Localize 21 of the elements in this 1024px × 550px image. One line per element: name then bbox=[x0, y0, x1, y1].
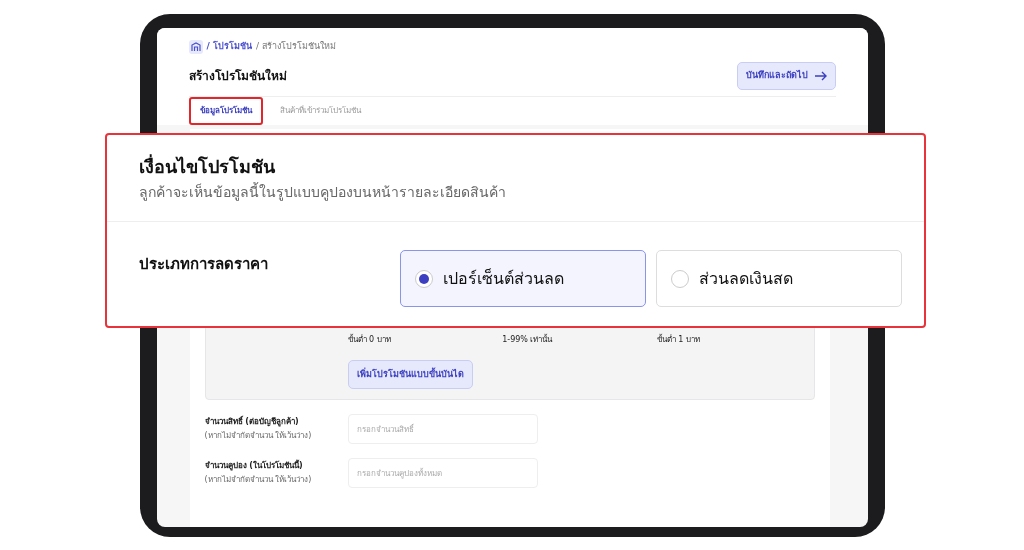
add-tier-button[interactable]: เพิ่มโปรโมชันแบบขั้นบันได bbox=[347, 359, 473, 389]
section-subtitle: ลูกค้าจะเห็นข้อมูลนี้ในรูปแบบคูปองบนหน้ารายละเอียดสินค้า bbox=[139, 182, 507, 203]
radio-option[interactable]: ส่วนลดเงินสด bbox=[656, 250, 902, 307]
field-hint: 1-99% เท่านั้น bbox=[502, 333, 554, 346]
radio-option[interactable]: เปอร์เซ็นต์ส่วนลด bbox=[400, 250, 646, 307]
field-note: (หากไม่จำกัดจำนวน ให้เว้นว่าง) bbox=[204, 430, 313, 442]
breadcrumb-link[interactable]: / โปรโมชัน bbox=[206, 40, 252, 54]
field-label: จำนวนสิทธิ์ (ต่อบัญชีลูกค้า) bbox=[204, 416, 300, 428]
page-title: สร้างโปรโมชันใหม่ bbox=[188, 67, 287, 85]
field-hint: ขั้นต่ำ 1 บาท bbox=[656, 333, 701, 346]
field-note: (หากไม่จำกัดจำนวน ให้เว้นว่าง) bbox=[204, 474, 313, 486]
field-label: จำนวนคูปอง (ในโปรโมชันนี้) bbox=[204, 460, 304, 472]
field-label: ประเภทการลดราคา bbox=[139, 254, 269, 275]
save-and-next-button[interactable]: บันทึกและถัดไป bbox=[736, 62, 836, 90]
section-title: เงื่อนไขโปรโมชัน bbox=[139, 153, 276, 179]
input-field[interactable]: กรอกจำนวนคูปองทั้งหมด bbox=[347, 458, 538, 488]
breadcrumb-current: / สร้างโปรโมชันใหม่ bbox=[255, 40, 336, 54]
input-field[interactable]: กรอกจำนวนสิทธิ์ bbox=[347, 414, 538, 444]
tab[interactable]: ข้อมูลโปรโมชัน bbox=[188, 96, 263, 125]
arrow-right-icon bbox=[813, 70, 827, 81]
field-hint: ขั้นต่ำ 0 บาท bbox=[347, 333, 392, 346]
